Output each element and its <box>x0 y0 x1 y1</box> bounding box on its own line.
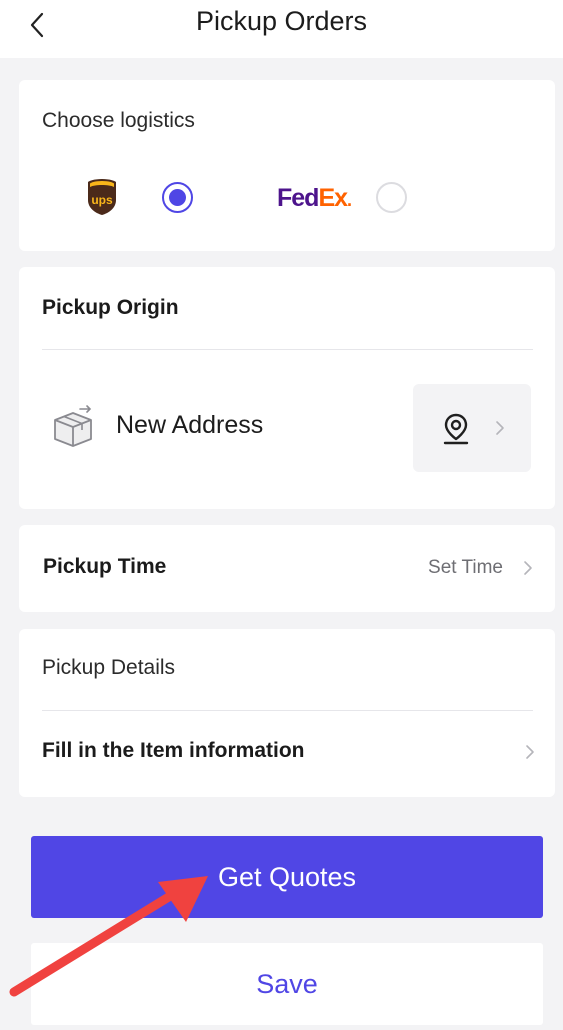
divider <box>42 349 533 350</box>
pickup-origin-card: Pickup Origin New Address <box>19 267 555 509</box>
chevron-right-icon <box>526 745 534 759</box>
get-quotes-button[interactable]: Get Quotes <box>31 836 543 918</box>
address-location-button[interactable] <box>413 384 531 472</box>
item-information-link[interactable]: Fill in the Item information <box>42 739 305 763</box>
ups-logo-text: ups <box>91 193 113 207</box>
new-address-label[interactable]: New Address <box>116 411 263 440</box>
fedex-logo-ex: Ex <box>318 184 348 212</box>
pickup-time-row[interactable]: Pickup Time Set Time <box>19 525 555 612</box>
fedex-logo-dot: . <box>347 190 352 210</box>
location-pin-icon <box>443 413 469 445</box>
pickup-details-label: Pickup Details <box>42 656 176 679</box>
ups-logo-icon: ups <box>88 179 116 215</box>
save-button[interactable]: Save <box>31 943 543 1025</box>
pickup-details-card: Pickup Details Fill in the Item informat… <box>19 629 555 797</box>
package-icon <box>54 405 92 447</box>
radio-ups[interactable] <box>162 182 193 213</box>
pickup-time-label: Pickup Time <box>43 555 167 578</box>
fedex-logo: FedEx. <box>277 184 352 213</box>
logistics-label: Choose logistics <box>42 109 195 132</box>
pickup-origin-label: Pickup Origin <box>42 296 179 319</box>
radio-fedex[interactable] <box>376 182 407 213</box>
fedex-logo-fed: Fed <box>277 184 319 212</box>
set-time-link[interactable]: Set Time <box>428 557 503 579</box>
logistics-card: Choose logistics ups FedEx. <box>19 80 555 251</box>
header-bar: Pickup Orders <box>0 0 563 58</box>
page-title: Pickup Orders <box>195 6 368 36</box>
chevron-right-icon <box>496 421 504 435</box>
chevron-right-icon <box>524 561 532 575</box>
divider <box>42 710 533 711</box>
